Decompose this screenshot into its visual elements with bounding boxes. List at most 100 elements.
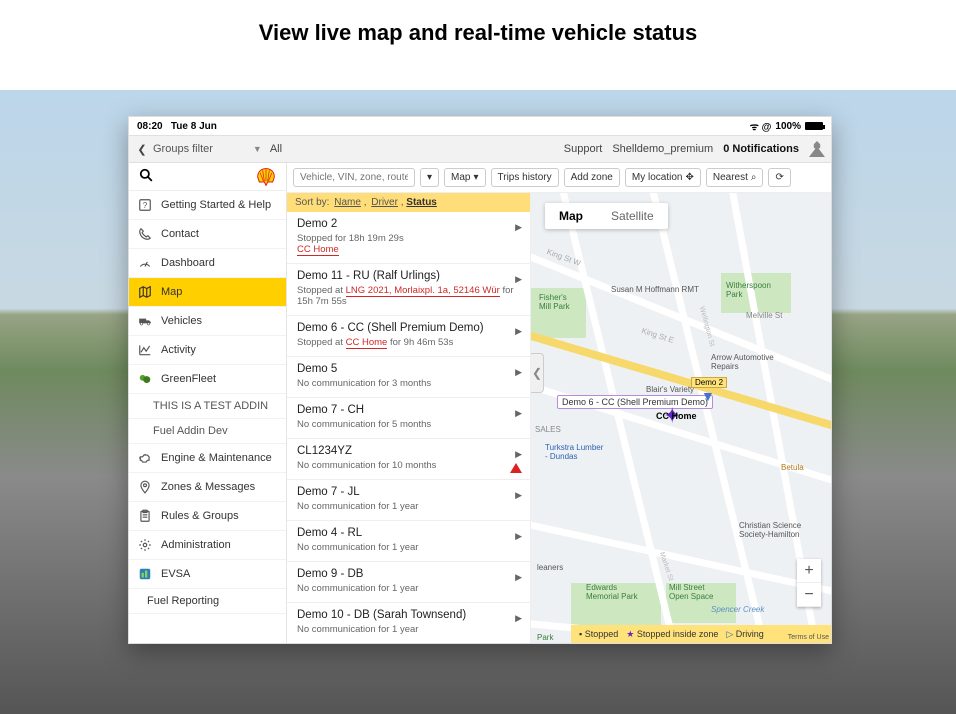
vehicle-item[interactable]: Demo 9 - DB No communication for 1 year … <box>287 562 530 603</box>
vehicle-title: Demo 7 - JL <box>297 486 520 498</box>
chevron-right-icon: ▶ <box>515 572 522 583</box>
sidebar-item-fuel-addin[interactable]: Fuel Addin Dev <box>129 419 286 444</box>
chevron-right-icon: ▶ <box>515 449 522 460</box>
map-poi: Park <box>537 633 553 642</box>
sidebar-item-label: Contact <box>161 228 199 240</box>
satellite-tab[interactable]: Satellite <box>597 203 668 229</box>
sidebar-item-admin[interactable]: Administration <box>129 531 286 560</box>
sort-driver[interactable]: Driver <box>371 197 398 208</box>
chevron-right-icon: ▶ <box>515 408 522 419</box>
gauge-icon <box>137 255 153 271</box>
zoom-out-button[interactable]: − <box>797 583 821 607</box>
map-terms[interactable]: Terms of Use <box>788 634 829 641</box>
vehicle-title: CL1234YZ <box>297 445 520 457</box>
groups-filter-dropdown[interactable]: Groups filter ▼ <box>153 143 262 155</box>
vehicle-title: Demo 10 - DB (Sarah Townsend) <box>297 609 520 621</box>
truck-icon <box>137 313 153 329</box>
map-poi: Mill Street Open Space <box>669 583 713 601</box>
map-icon <box>137 284 153 300</box>
vehicle-status: No communication for 1 year <box>297 501 520 512</box>
map-poi: Edwards Memorial Park <box>586 583 638 601</box>
vehicle-list[interactable]: Demo 2 Stopped for 18h 19m 29s CC Home ▶… <box>287 212 530 643</box>
sidebar-item-engine[interactable]: Engine & Maintenance <box>129 444 286 473</box>
sort-status[interactable]: Status <box>406 197 437 208</box>
vehicle-item[interactable]: Demo 7 - JL No communication for 1 year … <box>287 480 530 521</box>
zoom-control: + − <box>797 559 821 607</box>
sidebar-item-label: Zones & Messages <box>161 481 255 493</box>
vehicle-status: No communication for 1 year <box>297 542 520 553</box>
map-marker-label[interactable]: Demo 6 - CC (Shell Premium Demo) <box>557 395 713 409</box>
sidebar-item-label: Activity <box>161 344 196 356</box>
sidebar-item-label: Rules & Groups <box>161 510 239 522</box>
sidebar-item-activity[interactable]: Activity <box>129 336 286 365</box>
sidebar-item-label: Fuel Addin Dev <box>153 425 228 437</box>
sidebar-item-vehicles[interactable]: Vehicles <box>129 307 286 336</box>
groups-filter-label: Groups filter <box>153 143 213 155</box>
search-dropdown-caret[interactable]: ▾ <box>420 168 439 187</box>
map-pane[interactable]: ❮ Map Satellite Fisher's Mill Park Susan… <box>531 193 831 643</box>
back-button[interactable]: ❮ <box>135 143 149 156</box>
app-topbar: ❮ Groups filter ▼ All Support Shelldemo_… <box>129 135 831 163</box>
device-frame: 08:20 Tue 8 Jun ᯤ @ 100% ❮ Groups filter… <box>128 116 832 644</box>
avatar-icon[interactable] <box>809 141 825 157</box>
sidebar-item-evsa[interactable]: EVSA <box>129 560 286 589</box>
vehicle-item[interactable]: Demo 10 - DB (Sarah Townsend) No communi… <box>287 603 530 643</box>
vehicle-item[interactable]: CL1234YZ No communication for 10 months … <box>287 439 530 480</box>
sidebar-item-fuel-reporting[interactable]: Fuel Reporting <box>129 589 286 614</box>
map-poi: Fisher's Mill Park <box>539 293 570 311</box>
refresh-button[interactable]: ⟳ <box>768 168 790 187</box>
wifi-icon: ᯤ @ <box>750 119 772 133</box>
map-tab[interactable]: Map <box>545 203 597 229</box>
statusbar-right: ᯤ @ 100% <box>750 119 823 133</box>
map-poi: Arrow Automotive Repairs <box>711 353 774 371</box>
sidebar-item-greenfleet[interactable]: GreenFleet <box>129 365 286 394</box>
sidebar-item-map[interactable]: Map <box>129 278 286 307</box>
collapse-panel-button[interactable]: ❮ <box>531 353 544 393</box>
statusbar-date: Tue 8 Jun <box>171 121 217 132</box>
alert-icon <box>510 463 522 473</box>
chevron-right-icon: ▶ <box>515 326 522 337</box>
sidebar-item-contact[interactable]: Contact <box>129 220 286 249</box>
my-location-button[interactable]: My location ✥ <box>625 168 701 187</box>
sidebar-item-rules[interactable]: Rules & Groups <box>129 502 286 531</box>
add-zone-button[interactable]: Add zone <box>564 168 620 187</box>
nearest-button[interactable]: Nearest ⌕ <box>706 168 764 187</box>
vehicle-item[interactable]: Demo 5 No communication for 3 months ▶ <box>287 357 530 398</box>
sidebar-item-zones[interactable]: Zones & Messages <box>129 473 286 502</box>
vehicle-title: Demo 7 - CH <box>297 404 520 416</box>
sort-prefix: Sort by: <box>295 197 329 208</box>
page-title: View live map and real-time vehicle stat… <box>0 0 956 68</box>
svg-text:?: ? <box>143 201 148 210</box>
vehicle-item[interactable]: Demo 7 - CH No communication for 5 month… <box>287 398 530 439</box>
evsa-icon <box>137 566 153 582</box>
vehicle-title: Demo 2 <box>297 218 520 230</box>
map-dropdown-button[interactable]: Map ▾ <box>444 168 485 187</box>
vehicle-title: Demo 5 <box>297 363 520 375</box>
vehicle-status: Stopped for 18h 19m 29s <box>297 233 520 244</box>
vehicle-title: Demo 11 - RU (Ralf Urlings) <box>297 270 520 282</box>
account-name[interactable]: Shelldemo_premium <box>612 143 713 155</box>
sidebar-item-test-addin[interactable]: THIS IS A TEST ADDIN <box>129 394 286 419</box>
sidebar-item-help[interactable]: ? Getting Started & Help <box>129 191 286 220</box>
map-marker-demo2[interactable]: Demo 2 <box>691 377 727 388</box>
sidebar-header <box>129 163 286 191</box>
vehicle-item[interactable]: Demo 6 - CC (Shell Premium Demo) Stopped… <box>287 316 530 357</box>
notifications-button[interactable]: 0 Notifications <box>723 143 799 155</box>
sort-name[interactable]: Name <box>334 197 361 208</box>
phone-icon <box>137 226 153 242</box>
chevron-right-icon: ▶ <box>515 613 522 624</box>
sidebar-item-dashboard[interactable]: Dashboard <box>129 249 286 278</box>
vehicle-item[interactable]: Demo 2 Stopped for 18h 19m 29s CC Home ▶ <box>287 212 530 264</box>
toolbar: ▾ Map ▾ Trips history Add zone My locati… <box>287 163 831 193</box>
search-icon[interactable] <box>139 168 153 185</box>
gear-icon <box>137 537 153 553</box>
vehicle-item[interactable]: Demo 4 - RL No communication for 1 year … <box>287 521 530 562</box>
vehicle-item[interactable]: Demo 11 - RU (Ralf Urlings) Stopped at L… <box>287 264 530 316</box>
device-statusbar: 08:20 Tue 8 Jun ᯤ @ 100% <box>129 117 831 135</box>
support-link[interactable]: Support <box>564 143 603 155</box>
sidebar-item-label: Engine & Maintenance <box>161 452 272 464</box>
search-input[interactable] <box>293 168 415 187</box>
zoom-in-button[interactable]: + <box>797 559 821 583</box>
trips-history-button[interactable]: Trips history <box>491 168 559 187</box>
map-center-label: CC Home <box>656 411 697 421</box>
